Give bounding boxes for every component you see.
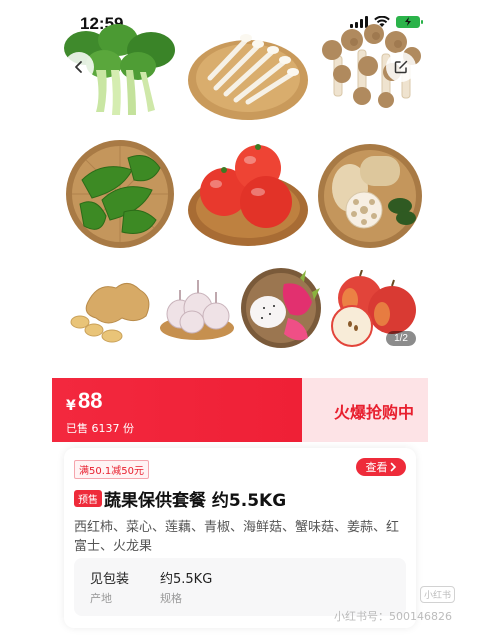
product-page: 12:59 1/2 ¥ 88 已售 6137 份 火爆抢购中 满50.1减50元… — [0, 0, 480, 640]
ginger-photo — [70, 283, 150, 343]
product-image-gallery[interactable]: 1/2 — [52, 0, 428, 360]
watermark-text: 小红书号：500146826 — [334, 610, 452, 623]
price-panel: ¥ 88 已售 6137 份 — [52, 378, 316, 442]
ingredient-list: 西红柿、菜心、莲藕、青椒、海鲜菇、蟹味菇、姜蒜、红富士、火龙果 — [74, 520, 400, 554]
product-info-card: 满50.1减50元 查看 预售 蔬果保供套餐 约5.5KG 西红柿、菜心、莲藕、… — [64, 448, 416, 628]
garlic-photo — [160, 280, 234, 340]
image-page-indicator: 1/2 — [386, 331, 416, 346]
back-button[interactable] — [64, 52, 94, 82]
dragon-fruit-photo — [241, 268, 321, 348]
origin-label: 产地 — [90, 592, 112, 605]
price-banner: ¥ 88 已售 6137 份 火爆抢购中 — [52, 378, 428, 442]
green-peppers-photo — [66, 140, 174, 248]
currency-symbol: ¥ — [66, 398, 76, 414]
view-button-label: 查看 — [365, 461, 388, 474]
view-promo-button[interactable]: 查看 — [356, 458, 406, 476]
origin-value: 见包装 — [90, 572, 130, 587]
product-title: 蔬果保供套餐 约5.5KG — [104, 491, 287, 511]
lotus-root-photo — [318, 144, 422, 248]
spec-label: 规格 — [160, 592, 182, 605]
edit-share-icon — [394, 60, 408, 74]
price-value: 88 — [78, 388, 103, 413]
watermark-logo: 小红书 — [420, 586, 456, 603]
hot-sale-label: 火爆抢购中 — [333, 403, 414, 422]
presale-tag: 预售 — [74, 490, 102, 507]
spec-value: 约5.5KG — [160, 572, 213, 587]
hot-sale-panel: 火爆抢购中 — [302, 378, 428, 442]
promo-tag[interactable]: 满50.1减50元 — [74, 460, 149, 479]
chevron-left-icon — [75, 61, 82, 73]
white-mushrooms-photo — [188, 34, 308, 120]
tomatoes-photo — [188, 144, 308, 246]
sold-count: 已售 6137 份 — [66, 422, 134, 435]
chevron-right-icon — [390, 462, 396, 472]
share-button[interactable] — [386, 52, 416, 82]
